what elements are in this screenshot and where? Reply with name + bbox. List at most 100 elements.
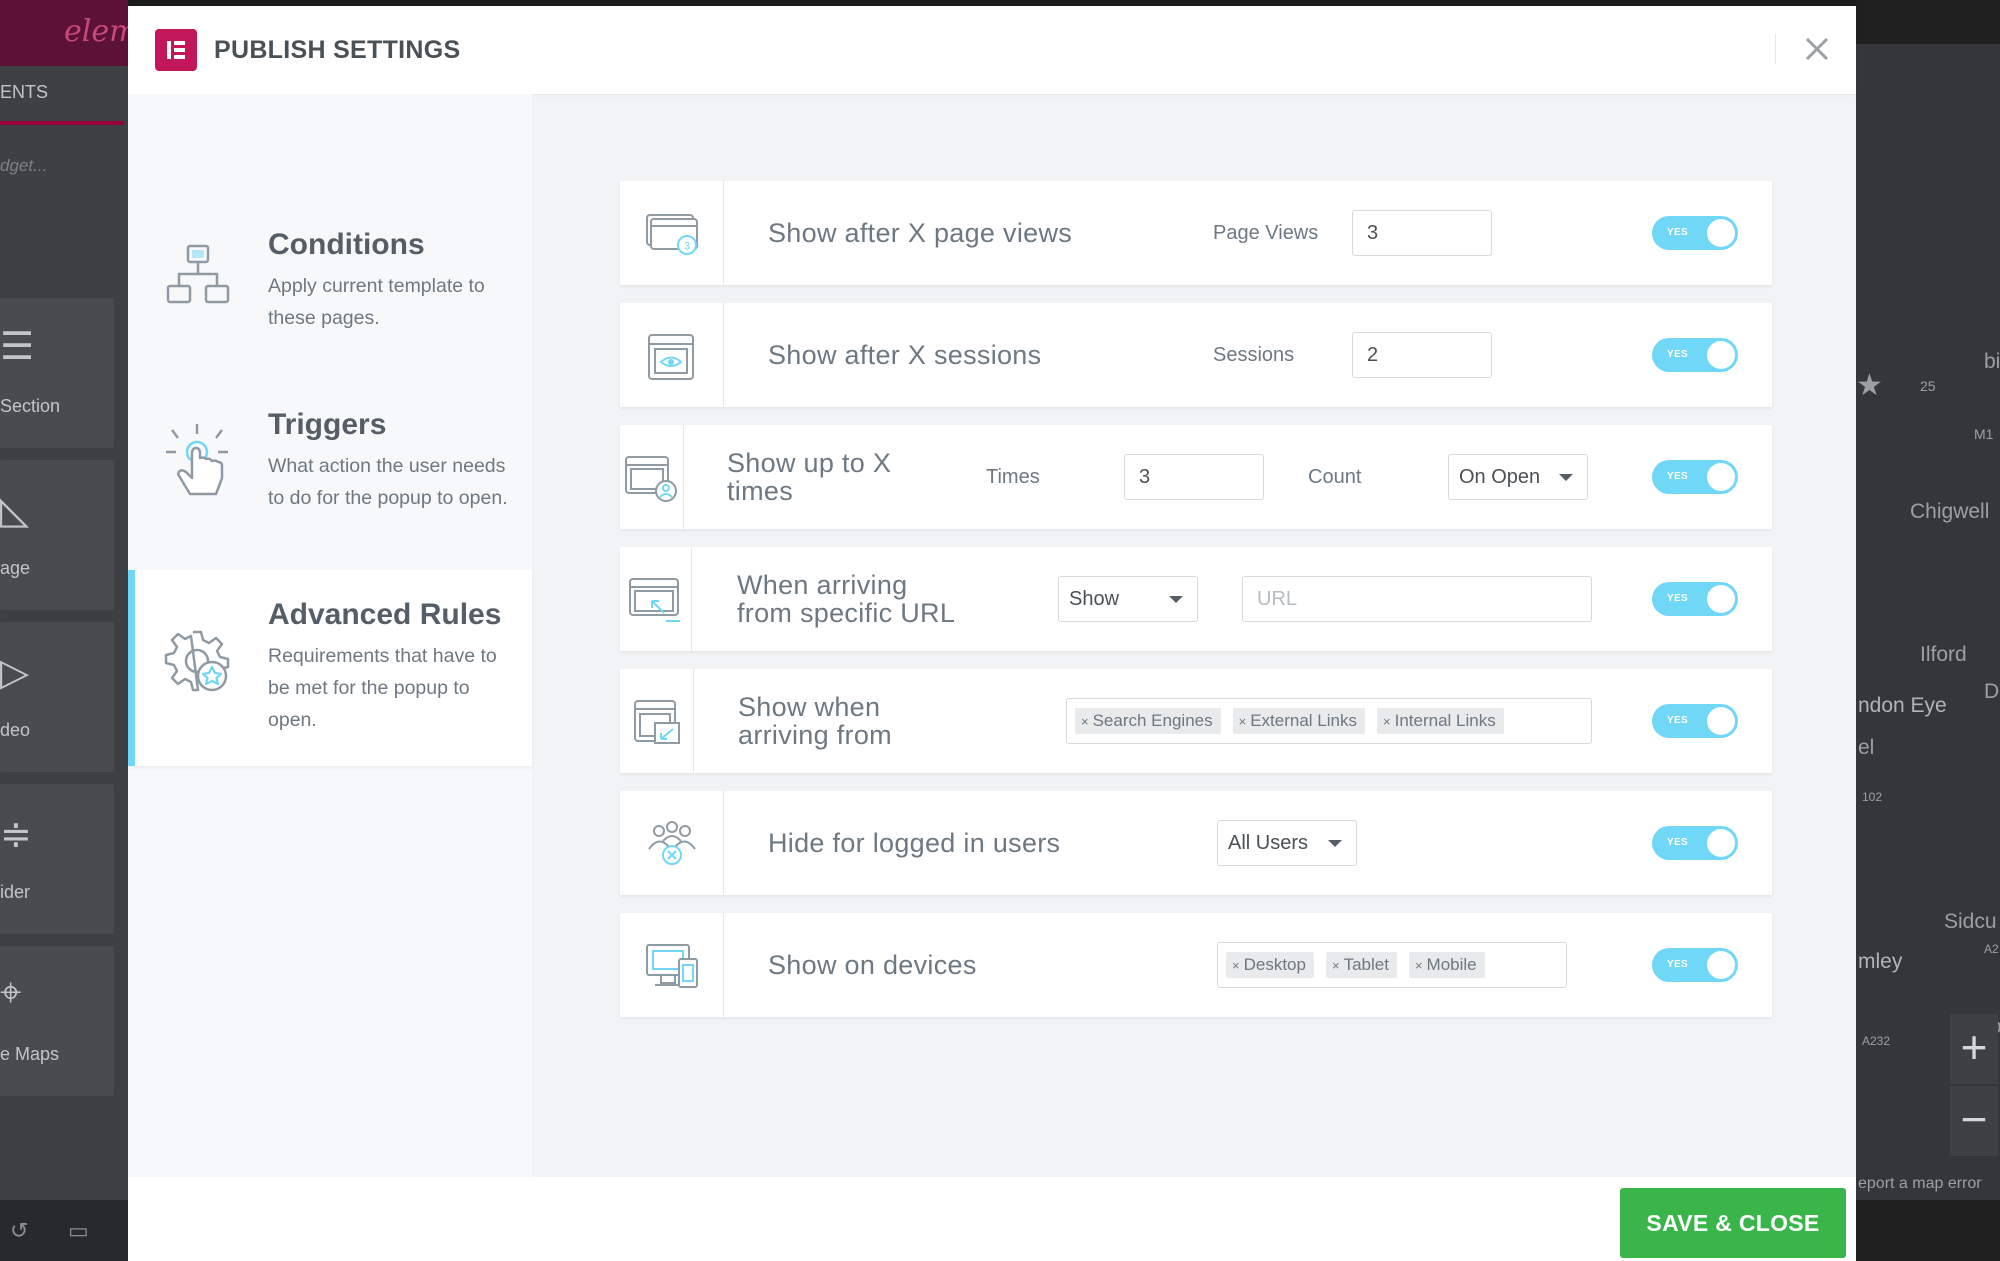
rule-icon-box bbox=[620, 913, 724, 1017]
sidebar-item-title: Advanced Rules bbox=[268, 598, 502, 631]
sidebar-item-desc: Apply current template to these pages. bbox=[268, 275, 485, 329]
tag-mobile[interactable]: × Mobile bbox=[1408, 952, 1485, 978]
remove-tag-icon[interactable]: × bbox=[1081, 714, 1089, 729]
tag-desktop[interactable]: × Desktop bbox=[1226, 952, 1314, 978]
tag-tablet[interactable]: × Tablet bbox=[1325, 952, 1397, 978]
hand-pointer-icon bbox=[166, 424, 228, 496]
chevron-down-icon bbox=[1328, 840, 1342, 847]
toggle-yes-text: YES bbox=[1667, 959, 1688, 970]
chevron-down-icon bbox=[1169, 596, 1183, 603]
remove-tag-icon[interactable]: × bbox=[1415, 958, 1423, 973]
editor-brand-bar: elem bbox=[0, 0, 138, 66]
rule-icon-box bbox=[620, 303, 724, 407]
rule-times: Show up to X times Times Count On Open Y… bbox=[620, 425, 1772, 529]
zoom-out-button[interactable]: − bbox=[1950, 1086, 1998, 1156]
map-label: Sidcu bbox=[1944, 910, 1997, 933]
widget-video[interactable] bbox=[0, 622, 114, 772]
sidebar-item-desc: What action the user needs to do for the… bbox=[268, 455, 508, 509]
editor-tab-underline bbox=[0, 121, 124, 125]
sessions-input[interactable] bbox=[1352, 332, 1492, 378]
rule-sessions: Show after X sessions Sessions YES bbox=[620, 303, 1772, 407]
toggle-knob bbox=[1707, 219, 1735, 247]
rule-logged-in: Hide for logged in users All Users YES bbox=[620, 791, 1772, 895]
history-icon[interactable]: ↺ bbox=[10, 1218, 28, 1244]
users-select-value: All Users bbox=[1228, 832, 1309, 854]
gear-star-icon bbox=[164, 630, 230, 692]
map-label: bi bbox=[1984, 350, 2000, 373]
widget-image[interactable] bbox=[0, 460, 114, 610]
devices-toggle[interactable]: YES bbox=[1652, 948, 1738, 982]
widget-divider[interactable] bbox=[0, 784, 114, 934]
browser-link-icon bbox=[634, 700, 680, 744]
toggle-yes-text: YES bbox=[1667, 593, 1688, 604]
tag-internal-links[interactable]: × Internal Links bbox=[1377, 708, 1504, 734]
page-views-input[interactable] bbox=[1352, 210, 1492, 256]
sessions-label: Sessions bbox=[1213, 344, 1295, 366]
editor-elements-tab[interactable]: ENTS bbox=[0, 82, 48, 103]
modal-header: PUBLISH SETTINGS bbox=[128, 6, 1856, 94]
zoom-in-button[interactable]: + bbox=[1950, 1014, 1998, 1084]
rule-icon-box bbox=[620, 669, 694, 773]
map-label: ndon Eye bbox=[1858, 694, 1947, 717]
page-views-toggle[interactable]: YES bbox=[1652, 216, 1738, 250]
rule-arriving-from: Show when arriving from × Search Engines … bbox=[620, 669, 1772, 773]
remove-tag-icon[interactable]: × bbox=[1332, 958, 1340, 973]
rule-title: Hide for logged in users bbox=[768, 828, 1061, 858]
logged-in-toggle[interactable]: YES bbox=[1652, 826, 1738, 860]
sitemap-icon bbox=[166, 244, 230, 304]
editor-search-input[interactable]: dget... bbox=[0, 156, 47, 176]
remove-tag-icon[interactable]: × bbox=[1239, 714, 1247, 729]
toggle-yes-text: YES bbox=[1667, 227, 1688, 238]
remove-tag-icon[interactable]: × bbox=[1383, 714, 1391, 729]
widget-label: Section bbox=[0, 396, 61, 416]
svg-text:3: 3 bbox=[684, 241, 690, 253]
times-toggle[interactable]: YES bbox=[1652, 460, 1738, 494]
sidebar-item-conditions[interactable]: Conditions Apply current template to the… bbox=[128, 206, 532, 356]
url-toggle[interactable]: YES bbox=[1652, 582, 1738, 616]
arriving-from-toggle[interactable]: YES bbox=[1652, 704, 1738, 738]
users-block-icon bbox=[648, 821, 696, 865]
toggle-yes-text: YES bbox=[1667, 837, 1688, 848]
map-road-label: A232 bbox=[1862, 1034, 1891, 1048]
sidebar-item-advanced-rules[interactable]: Advanced Rules Requirements that have to… bbox=[128, 570, 532, 766]
widget-label: e Maps bbox=[0, 1044, 60, 1064]
traffic-source-tags[interactable]: × Search Engines × External Links × Interna… bbox=[1066, 698, 1592, 744]
rules-list: 3 Show after X page views Page Views YES bbox=[532, 94, 1856, 1177]
header-divider bbox=[1775, 34, 1776, 64]
remove-tag-icon[interactable]: × bbox=[1232, 958, 1240, 973]
sidebar-item-title: Conditions bbox=[268, 228, 425, 261]
responsive-icon[interactable]: ▭ bbox=[68, 1218, 89, 1244]
rule-url: When arriving from specific URL Show YES bbox=[620, 547, 1772, 651]
map-pin-icon: ⌖ bbox=[0, 972, 22, 1014]
rule-icon-box bbox=[620, 425, 684, 529]
widget-section[interactable] bbox=[0, 298, 114, 448]
count-select[interactable]: On Open bbox=[1448, 454, 1588, 500]
elementor-logo bbox=[155, 29, 197, 71]
toggle-yes-text: YES bbox=[1667, 715, 1688, 726]
map-report-link[interactable]: eport a map error bbox=[1858, 1175, 1982, 1193]
map-road-label: 102 bbox=[1862, 790, 1883, 804]
rule-title: Show on devices bbox=[768, 950, 977, 980]
url-show-select[interactable]: Show bbox=[1058, 576, 1198, 622]
save-close-button[interactable]: SAVE & CLOSE bbox=[1620, 1188, 1846, 1258]
device-tags[interactable]: × Desktop × Tablet × Mobile bbox=[1217, 942, 1567, 988]
close-icon[interactable] bbox=[1800, 32, 1834, 66]
tag-external-links[interactable]: × External Links bbox=[1232, 708, 1365, 734]
toggle-knob bbox=[1707, 585, 1735, 613]
tag-search-engines[interactable]: × Search Engines bbox=[1075, 708, 1221, 734]
rule-icon-box bbox=[620, 791, 724, 895]
rule-page-views: 3 Show after X page views Page Views YES bbox=[620, 181, 1772, 285]
url-input[interactable] bbox=[1242, 576, 1592, 622]
sidebar-item-triggers[interactable]: Triggers What action the user needs to d… bbox=[128, 384, 532, 544]
modal-footer: SAVE & CLOSE bbox=[128, 1177, 1856, 1261]
sidebar-item-desc: Requirements that have to be met for the… bbox=[268, 645, 497, 731]
users-select[interactable]: All Users bbox=[1217, 820, 1357, 866]
times-input[interactable] bbox=[1124, 454, 1264, 500]
browser-user-icon bbox=[625, 456, 677, 502]
widget-google-maps[interactable] bbox=[0, 946, 114, 1096]
sessions-toggle[interactable]: YES bbox=[1652, 338, 1738, 372]
widget-label: ider bbox=[0, 882, 31, 902]
elementor-icon bbox=[167, 41, 185, 59]
video-icon: ▷ bbox=[0, 652, 30, 694]
browser-cursor-icon bbox=[629, 578, 680, 622]
